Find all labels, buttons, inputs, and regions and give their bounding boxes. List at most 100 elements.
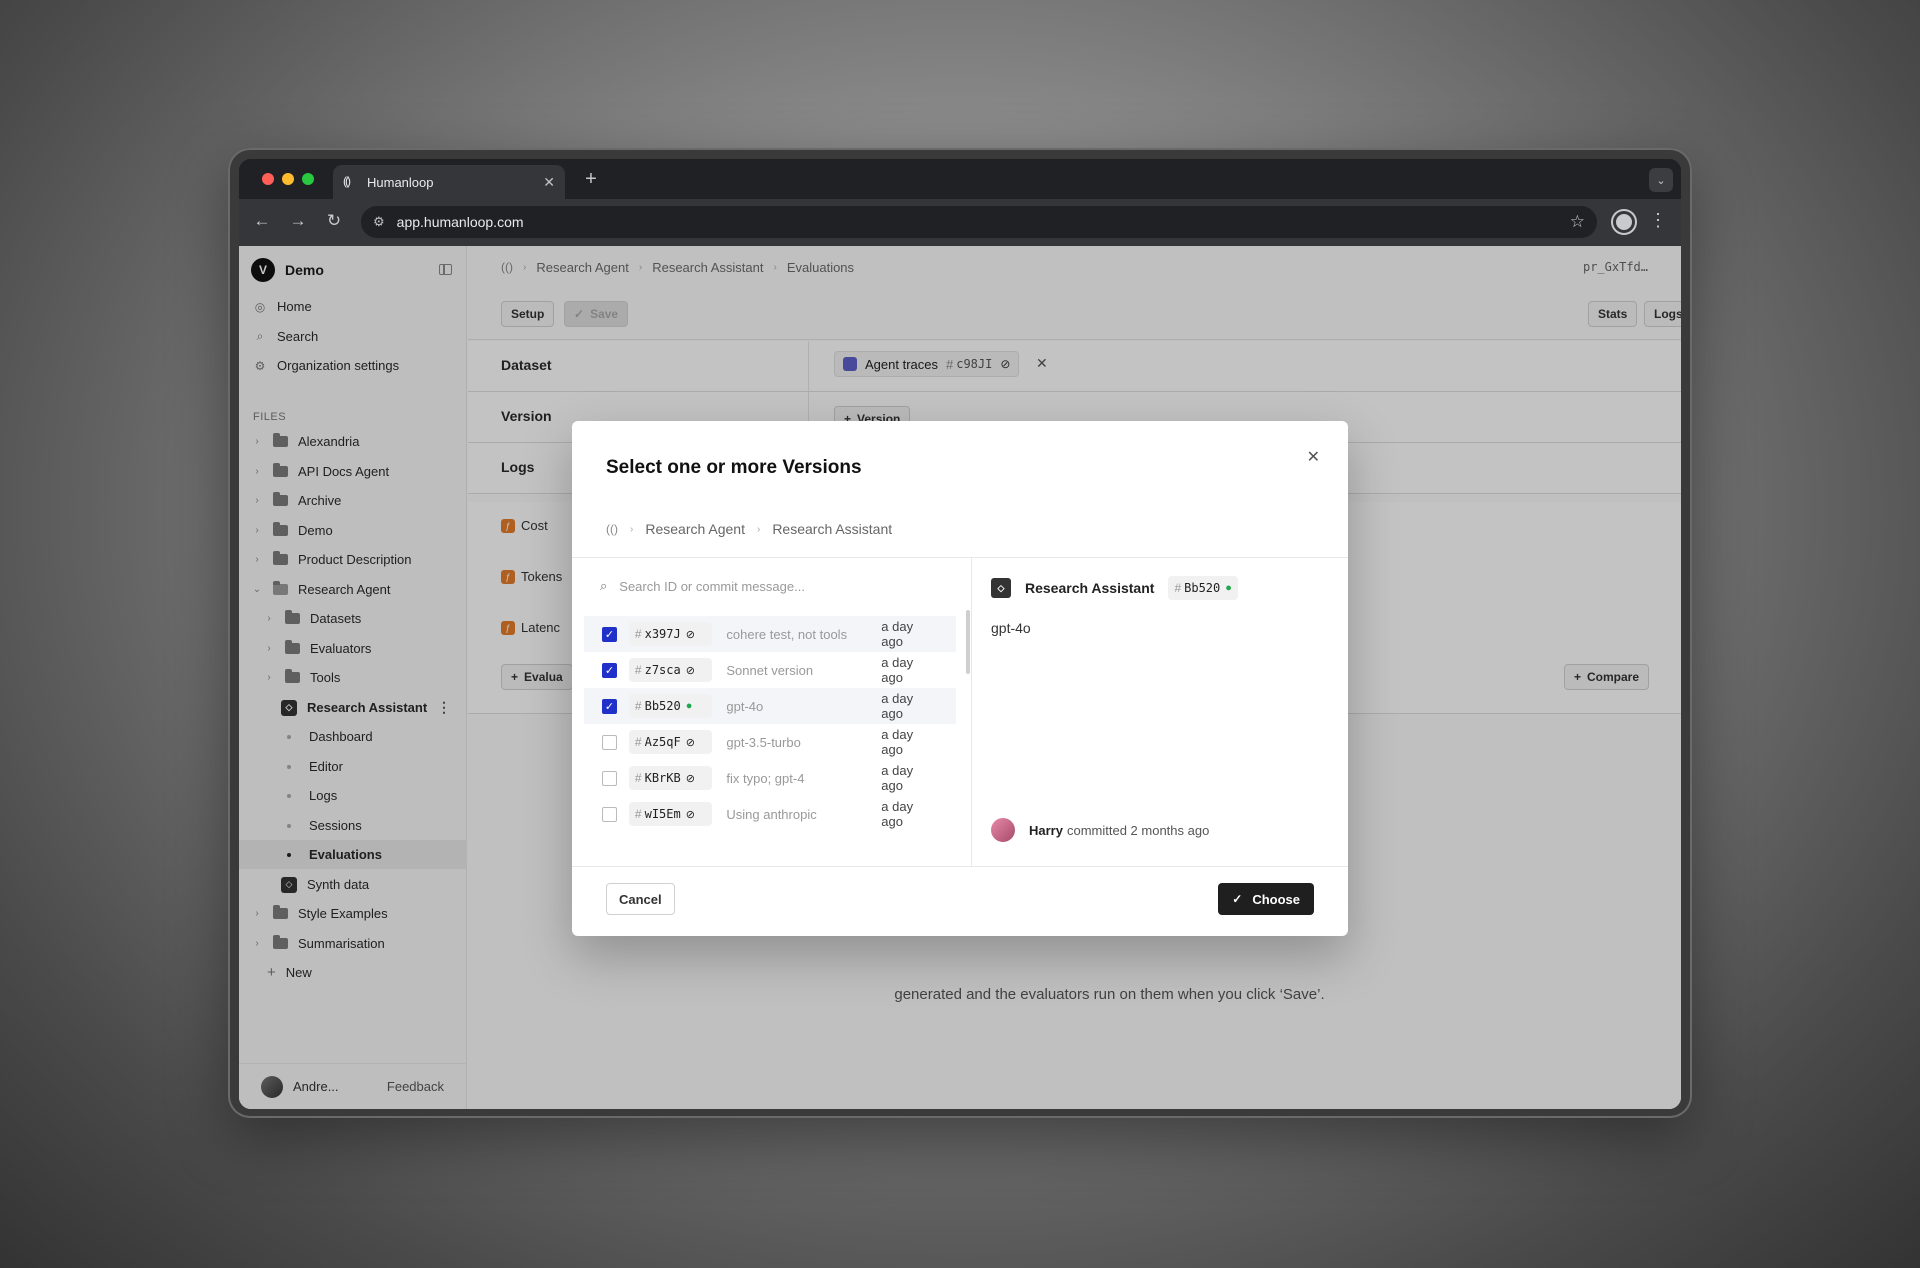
- prompt-file-icon: ◇: [991, 578, 1011, 598]
- version-tag: # z7sca ⊘: [628, 658, 713, 682]
- version-tag: # x397J ⊘: [628, 622, 713, 646]
- cancel-button[interactable]: Cancel: [606, 883, 675, 915]
- hash-icon: #: [634, 699, 642, 713]
- select-versions-dialog: Select one or more Versions ✕ (() › Rese…: [572, 421, 1348, 936]
- check-icon: ✓: [1232, 892, 1243, 906]
- version-tag: # Az5qF ⊘: [628, 730, 713, 754]
- list-item[interactable]: # KBrKB ⊘ fix typo; gpt-4 a day ago: [584, 760, 956, 796]
- version-tag: # Bb520 ●: [1168, 576, 1238, 600]
- version-time: a day ago: [881, 691, 914, 721]
- version-id: KBrKB: [644, 771, 681, 785]
- hash-icon: #: [634, 735, 642, 749]
- version-id: wI5Em: [644, 807, 681, 821]
- reload-icon[interactable]: ↻: [323, 211, 345, 231]
- version-tag: # Bb520 ●: [628, 694, 713, 718]
- check-circle-icon: ⊘: [685, 664, 695, 677]
- list-item[interactable]: ✓ # Bb520 ● gpt-4o a day ago: [584, 688, 956, 724]
- back-icon[interactable]: ←: [251, 211, 273, 231]
- hash-icon: #: [634, 807, 642, 821]
- version-tag: # wI5Em ⊘: [628, 802, 713, 826]
- browser-tab[interactable]: (() Humanloop ✕: [333, 165, 565, 199]
- choose-button[interactable]: ✓ Choose: [1218, 883, 1314, 915]
- hash-icon: #: [634, 663, 642, 677]
- tab-title: Humanloop: [367, 174, 434, 190]
- browser-menu-icon[interactable]: ⋮: [1649, 210, 1667, 231]
- choose-label: Choose: [1252, 891, 1300, 907]
- search-icon: ⌕: [600, 578, 608, 593]
- version-message: Using anthropic: [726, 806, 817, 822]
- hash-icon: #: [634, 627, 642, 641]
- version-message: gpt-4o: [726, 698, 764, 714]
- tab-close-icon[interactable]: ✕: [543, 174, 555, 191]
- version-checkbox[interactable]: ✓: [602, 626, 617, 642]
- version-search: ⌕: [600, 572, 940, 600]
- list-item[interactable]: ✓ # z7sca ⊘ Sonnet version a day ago: [584, 652, 956, 688]
- commit-time: committed 2 months ago: [1066, 822, 1210, 838]
- bookmark-star-icon[interactable]: ☆: [1570, 212, 1585, 232]
- version-message: fix typo; gpt-4: [726, 770, 805, 786]
- address-bar[interactable]: ⚙ app.humanloop.com ☆: [361, 206, 1597, 238]
- version-time: a day ago: [881, 655, 914, 685]
- version-id: Bb520: [644, 699, 681, 713]
- chevron-right-icon: ›: [630, 523, 634, 535]
- version-time: a day ago: [881, 763, 914, 793]
- hash-icon: #: [634, 771, 642, 785]
- close-icon[interactable]: ✕: [1307, 447, 1320, 467]
- deployed-check-icon: ●: [1225, 582, 1232, 594]
- url-text[interactable]: app.humanloop.com: [397, 214, 1570, 230]
- version-id: x397J: [644, 627, 681, 641]
- version-detail-header: ◇ Research Assistant # Bb520 ●: [991, 576, 1238, 600]
- versions-list-pane: ⌕ ✓ #x397J⊘ cohere test, not tools a day…: [572, 558, 972, 866]
- tab-strip: (() Humanloop ✕ + ⌄: [239, 159, 1681, 199]
- commit-author: Harry: [1029, 822, 1063, 838]
- profile-icon[interactable]: [1613, 211, 1635, 233]
- chevron-right-icon: ›: [756, 523, 761, 535]
- version-checkbox[interactable]: ✓: [602, 698, 617, 714]
- list-item[interactable]: # wI5Em ⊘ Using anthropic a day ago: [584, 796, 956, 832]
- hash-icon: #: [1174, 581, 1182, 595]
- humanloop-icon[interactable]: ((): [606, 522, 618, 536]
- version-id: z7sca: [644, 663, 681, 677]
- browser-toolbar: ← → ↻ ⚙ app.humanloop.com ☆ ⋮: [239, 199, 1681, 246]
- list-item[interactable]: ✓ # x397J ⊘ cohere test, not tools a day a…: [584, 616, 956, 652]
- maximize-window-button[interactable]: [302, 173, 314, 185]
- breadcrumb-item[interactable]: Research Assistant: [772, 521, 892, 537]
- dialog-footer: Cancel ✓ Choose: [572, 866, 1348, 936]
- check-circle-icon: ⊘: [685, 772, 695, 785]
- commit-info: Harry committed 2 months ago: [991, 818, 1209, 842]
- tab-search-button[interactable]: ⌄: [1649, 168, 1673, 192]
- dialog-title: Select one or more Versions: [606, 457, 862, 478]
- humanloop-favicon-icon: ((): [343, 174, 351, 188]
- forward-icon[interactable]: →: [287, 211, 309, 231]
- check-circle-icon: ⊘: [685, 808, 695, 821]
- version-message: gpt-3.5-turbo: [726, 734, 801, 750]
- close-window-button[interactable]: [262, 173, 274, 185]
- breadcrumb-item[interactable]: Research Agent: [645, 521, 745, 537]
- check-circle-icon: ⊘: [685, 736, 695, 749]
- version-checkbox[interactable]: ✓: [602, 662, 617, 678]
- version-message: cohere test, not tools: [726, 626, 848, 642]
- list-scrollbar[interactable]: [966, 610, 970, 674]
- check-circle-icon: ⊘: [685, 628, 695, 641]
- avatar: [991, 818, 1015, 842]
- version-detail-pane: ◇ Research Assistant # Bb520 ● gpt-4o Harr…: [973, 558, 1348, 866]
- detail-version-id: Bb520: [1184, 581, 1221, 595]
- site-info-icon[interactable]: ⚙: [373, 214, 385, 230]
- version-time: a day ago: [881, 727, 914, 757]
- version-checkbox[interactable]: [602, 734, 617, 750]
- minimize-window-button[interactable]: [282, 173, 294, 185]
- version-time: a day ago: [881, 799, 914, 829]
- version-id: Az5qF: [644, 735, 681, 749]
- dialog-breadcrumb: (() › Research Agent › Research Assistan…: [606, 521, 892, 537]
- detail-message: gpt-4o: [991, 620, 1031, 636]
- list-item[interactable]: # Az5qF ⊘ gpt-3.5-turbo a day ago: [584, 724, 956, 760]
- version-checkbox[interactable]: [602, 806, 617, 822]
- version-time: a day ago: [881, 619, 914, 649]
- version-tag: # KBrKB ⊘: [628, 766, 713, 790]
- detail-file-name: Research Assistant: [1025, 580, 1155, 596]
- version-message: Sonnet version: [726, 662, 814, 678]
- version-checkbox[interactable]: [602, 770, 617, 786]
- new-tab-button[interactable]: +: [579, 168, 603, 191]
- version-search-input[interactable]: [619, 578, 910, 594]
- deployed-check-icon: ●: [685, 700, 693, 712]
